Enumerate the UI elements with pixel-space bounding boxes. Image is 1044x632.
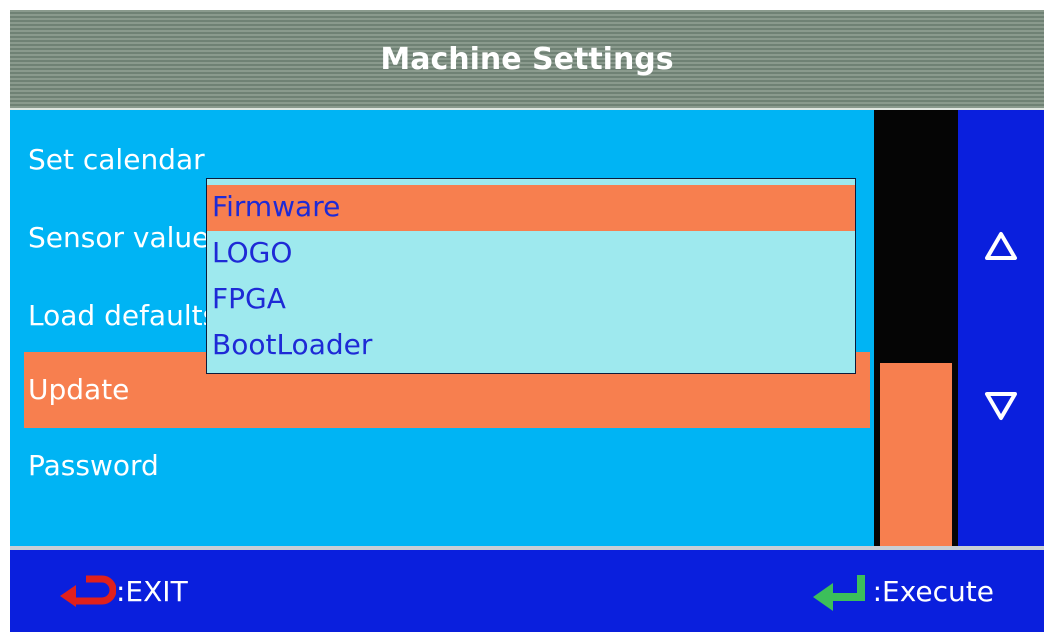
up-arrow-icon	[985, 232, 1017, 260]
page-title: Machine Settings	[380, 41, 674, 77]
execute-label: :Execute	[872, 574, 994, 608]
exit-button[interactable]: :EXIT	[56, 550, 188, 632]
device-screen: Machine Settings Set calendar Sensor val…	[10, 10, 1044, 632]
enter-arrow-icon	[812, 575, 865, 611]
scroll-up-button[interactable]	[958, 216, 1044, 276]
dropdown-option-firmware[interactable]: Firmware	[207, 185, 855, 231]
exit-label: :EXIT	[116, 574, 188, 608]
menu-item-password[interactable]: Password	[24, 428, 870, 504]
title-bar: Machine Settings	[10, 10, 1044, 110]
footer-bar: :EXIT :Execute	[10, 550, 1044, 632]
return-arrow-icon	[60, 575, 116, 607]
scroll-arrow-panel	[958, 110, 1044, 546]
update-type-dropdown: Firmware LOGO FPGA BootLoader	[206, 178, 856, 374]
execute-button[interactable]: :Execute	[809, 550, 994, 632]
scrollbar-thumb[interactable]	[880, 363, 952, 546]
dropdown-option-logo[interactable]: LOGO	[207, 231, 855, 277]
down-arrow-icon	[985, 392, 1017, 420]
dropdown-option-bootloader[interactable]: BootLoader	[207, 323, 855, 369]
dropdown-option-fpga[interactable]: FPGA	[207, 277, 855, 323]
scroll-down-button[interactable]	[958, 376, 1044, 436]
